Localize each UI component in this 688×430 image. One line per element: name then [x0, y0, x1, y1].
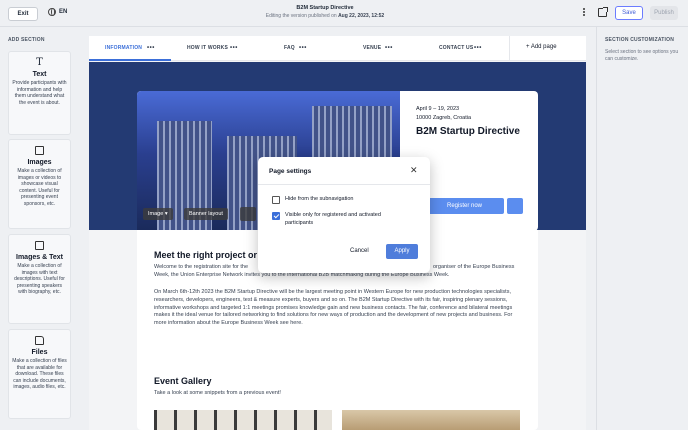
hide-subnav-checkbox[interactable] [272, 196, 280, 204]
dialog-title: Page settings [269, 168, 312, 175]
cancel-button[interactable]: Cancel [350, 248, 369, 254]
page-settings-dialog: Page settings ✕ Hide from the subnavigat… [258, 157, 430, 273]
dialog-divider [258, 184, 430, 185]
apply-button[interactable]: Apply [386, 244, 418, 259]
registered-only-label: Visible only for registered and activate… [285, 212, 381, 226]
hide-subnav-label: Hide from the subnavigation [285, 196, 354, 202]
registered-only-checkbox[interactable] [272, 212, 280, 220]
close-icon[interactable]: ✕ [410, 166, 418, 175]
modal-overlay: Page settings ✕ Hide from the subnavigat… [0, 0, 688, 430]
